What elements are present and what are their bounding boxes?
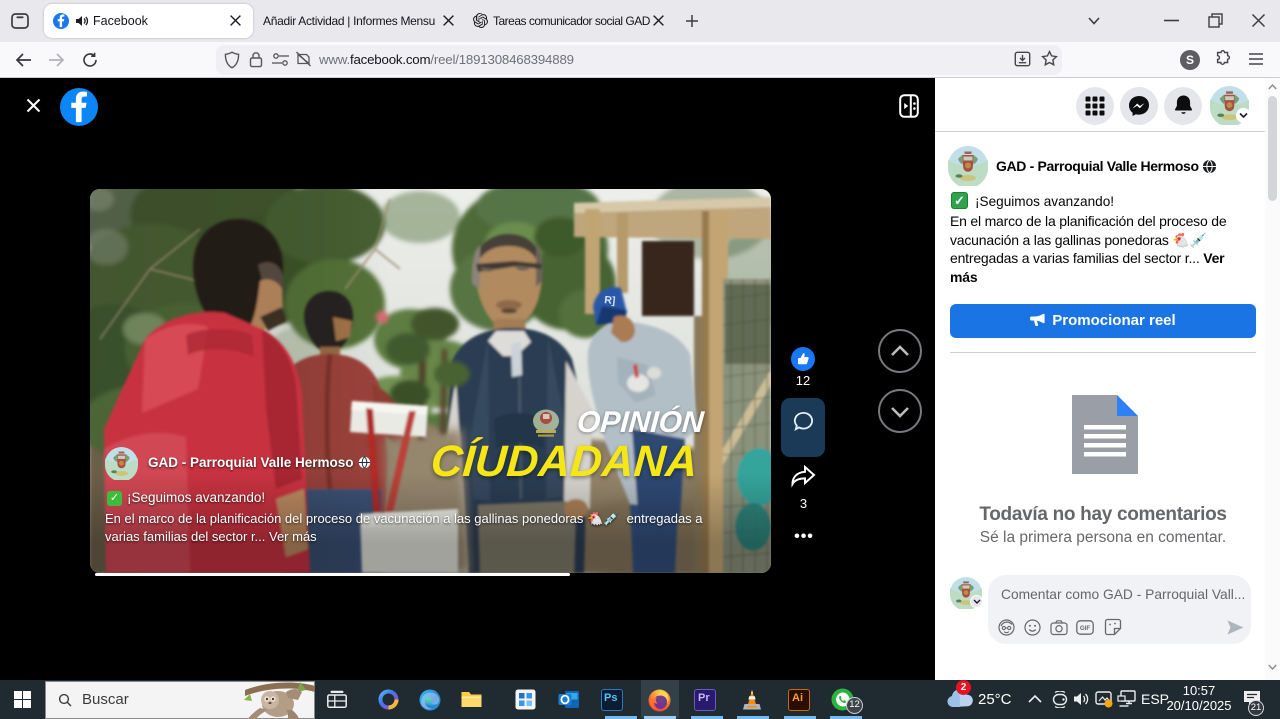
svg-text:R]: R] xyxy=(604,294,616,307)
svg-text:GIF: GIF xyxy=(1080,625,1091,632)
